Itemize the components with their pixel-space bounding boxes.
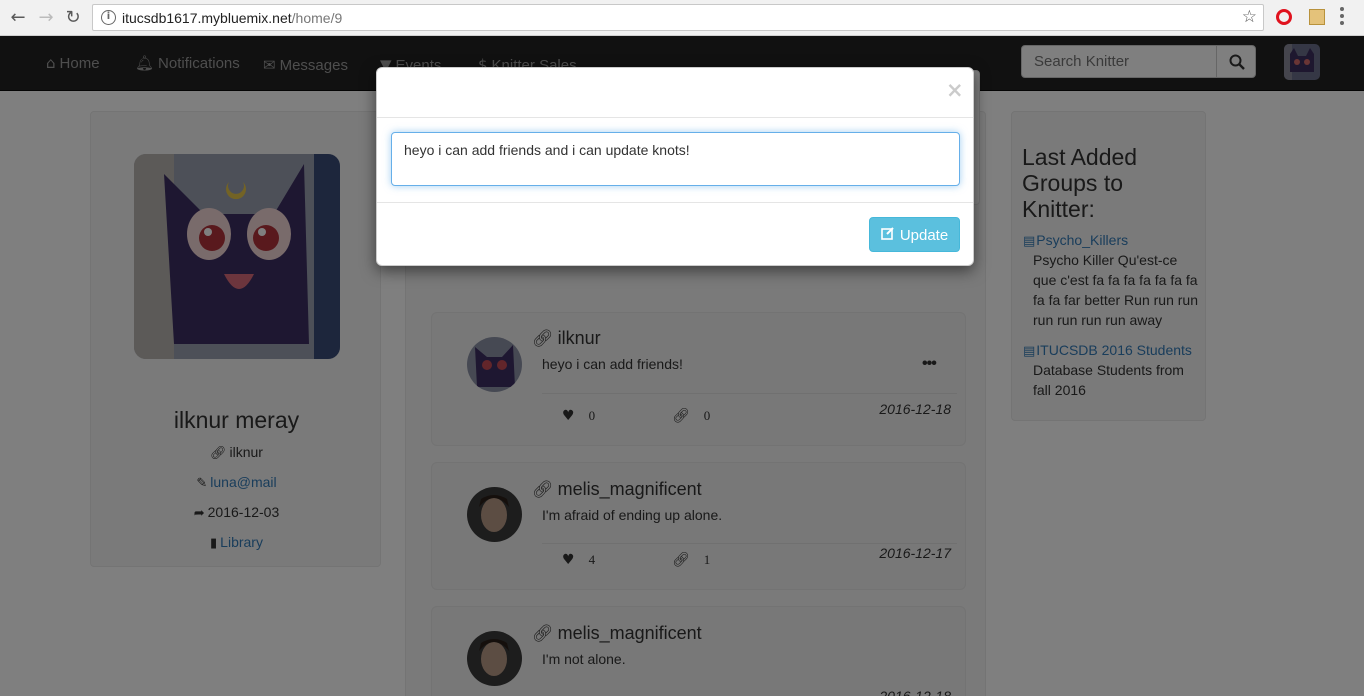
- opera-extension-icon[interactable]: [1276, 9, 1292, 25]
- forward-arrow-icon[interactable]: →: [36, 8, 56, 28]
- update-button[interactable]: Update: [869, 217, 960, 252]
- close-icon[interactable]: ×: [946, 80, 964, 101]
- modal-header: ×: [377, 68, 973, 118]
- edit-icon: [881, 226, 895, 244]
- modal-footer-divider: [377, 202, 973, 203]
- back-arrow-icon[interactable]: ←: [8, 8, 28, 28]
- address-bar[interactable]: i itucsdb1617.mybluemix.net/home/9 ☆: [92, 4, 1264, 31]
- notes-extension-icon[interactable]: [1309, 9, 1325, 25]
- edit-knot-modal: × heyo i can add friends and i can updat…: [376, 67, 974, 266]
- url-text[interactable]: itucsdb1617.mybluemix.net/home/9: [122, 10, 342, 26]
- bookmark-star-icon[interactable]: ☆: [1242, 7, 1257, 27]
- url-host: itucsdb1617.mybluemix.net: [122, 10, 292, 26]
- browser-toolbar: ← → ↻ i itucsdb1617.mybluemix.net/home/9…: [0, 0, 1364, 36]
- info-icon[interactable]: i: [101, 10, 116, 25]
- browser-menu-icon[interactable]: [1340, 7, 1344, 27]
- reload-icon[interactable]: ↻: [63, 8, 83, 28]
- knot-text-input[interactable]: heyo i can add friends and i can update …: [391, 132, 960, 186]
- url-path: /home/9: [291, 10, 343, 26]
- update-button-label: Update: [899, 226, 949, 244]
